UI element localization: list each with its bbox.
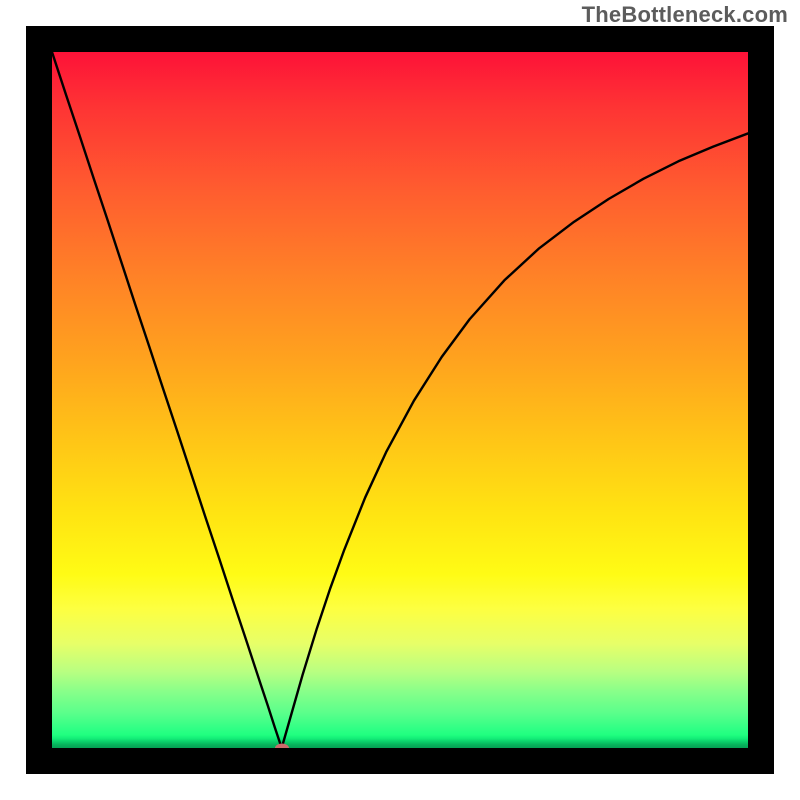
bottleneck-curve xyxy=(52,52,748,748)
minimum-marker-icon xyxy=(275,744,289,749)
watermark-text: TheBottleneck.com xyxy=(582,2,788,28)
plot-area xyxy=(52,52,748,748)
plot-border xyxy=(26,26,774,774)
chart-frame: TheBottleneck.com xyxy=(0,0,800,800)
